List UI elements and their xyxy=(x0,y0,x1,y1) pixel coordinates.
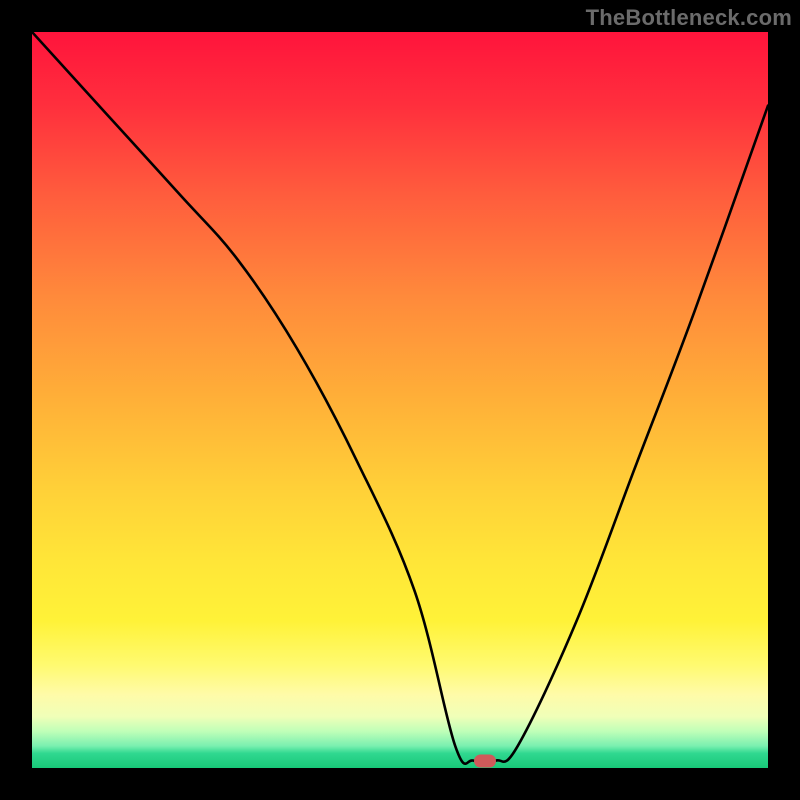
watermark-text: TheBottleneck.com xyxy=(586,5,792,31)
plot-area xyxy=(32,32,768,768)
bottleneck-curve xyxy=(32,32,768,768)
optimum-marker xyxy=(474,754,496,767)
chart-frame: TheBottleneck.com xyxy=(0,0,800,800)
